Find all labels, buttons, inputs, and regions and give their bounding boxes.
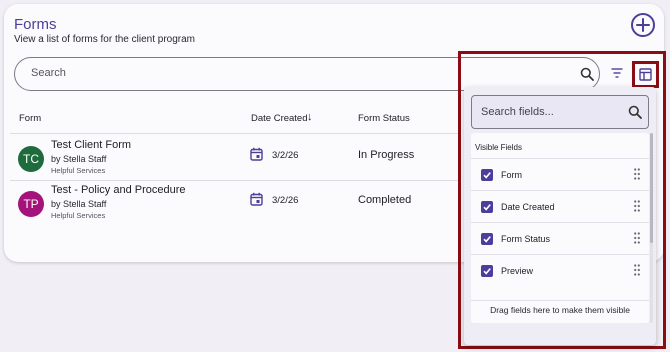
field-checkbox[interactable] xyxy=(481,201,493,213)
page-subtitle: View a list of forms for the client prog… xyxy=(14,34,195,45)
form-service: Helpful Services xyxy=(51,211,106,220)
field-label: Preview xyxy=(501,266,534,276)
search-icon[interactable] xyxy=(628,105,642,119)
page-title: Forms xyxy=(14,16,57,33)
visible-fields-heading: Visible Fields xyxy=(475,143,522,152)
form-name[interactable]: Test - Policy and Procedure xyxy=(51,184,186,196)
form-status: Completed xyxy=(358,194,412,206)
field-item-form-status[interactable]: Form Status xyxy=(471,222,649,254)
column-fields-panel: Visible Fields Form Date Created Form St… xyxy=(464,87,656,345)
sort-descending-icon[interactable]: ↓ xyxy=(307,111,313,123)
field-search-input[interactable] xyxy=(481,106,621,118)
drag-handle-icon[interactable] xyxy=(634,200,640,212)
field-search-bar xyxy=(471,95,649,129)
checkmark-icon xyxy=(483,204,491,211)
field-label: Form xyxy=(501,170,522,180)
field-checkbox[interactable] xyxy=(481,233,493,245)
drag-handle-icon[interactable] xyxy=(634,232,640,244)
date-created: 3/2/26 xyxy=(272,195,299,206)
scrollbar-thumb[interactable] xyxy=(650,133,653,243)
table-row[interactable]: TP Test - Policy and Procedure by Stella… xyxy=(10,181,458,226)
date-created: 3/2/26 xyxy=(272,150,299,161)
table-row[interactable]: TC Test Client Form by Stella Staff Help… xyxy=(10,136,458,181)
field-item-date-created[interactable]: Date Created xyxy=(471,190,649,222)
field-checkbox[interactable] xyxy=(481,169,493,181)
add-form-button[interactable] xyxy=(631,13,655,37)
field-label: Form Status xyxy=(501,234,551,244)
calendar-icon xyxy=(250,192,263,206)
form-author: by Stella Staff xyxy=(51,154,107,164)
form-author: by Stella Staff xyxy=(51,199,107,209)
calendar-icon xyxy=(250,147,263,161)
plus-circle-icon xyxy=(636,18,650,32)
column-header-date-created[interactable]: Date Created xyxy=(251,113,308,124)
table-header: Form Date Created ↓ Form Status xyxy=(10,102,458,134)
drag-handle-icon[interactable] xyxy=(634,168,640,180)
column-header-form[interactable]: Form xyxy=(19,113,41,124)
column-header-form-status[interactable]: Form Status xyxy=(358,113,410,124)
checkmark-icon xyxy=(483,268,491,275)
field-item-preview[interactable]: Preview xyxy=(471,254,649,286)
avatar: TC xyxy=(18,146,44,172)
form-status: In Progress xyxy=(358,149,415,161)
checkmark-icon xyxy=(483,172,491,179)
field-item-form[interactable]: Form xyxy=(471,158,649,190)
checkmark-icon xyxy=(483,236,491,243)
form-service: Helpful Services xyxy=(51,166,106,175)
field-checkbox[interactable] xyxy=(481,265,493,277)
drag-handle-icon[interactable] xyxy=(634,264,640,276)
panel-scrollbar[interactable] xyxy=(650,133,653,323)
drop-zone-hint[interactable]: Drag fields here to make them visible xyxy=(471,300,649,323)
field-label: Date Created xyxy=(501,202,555,212)
form-name[interactable]: Test Client Form xyxy=(51,139,131,151)
avatar: TP xyxy=(18,191,44,217)
visible-fields-list: Visible Fields Form Date Created Form St… xyxy=(471,133,649,323)
